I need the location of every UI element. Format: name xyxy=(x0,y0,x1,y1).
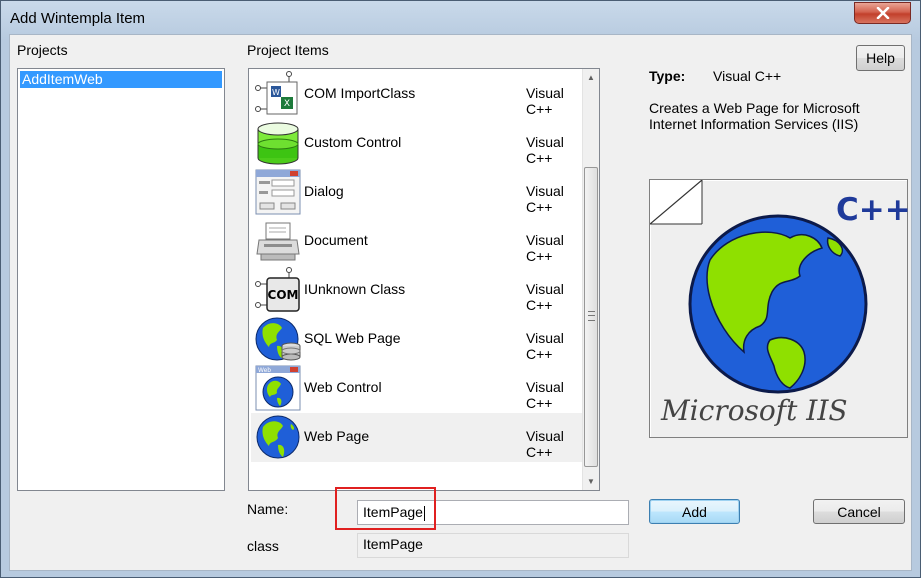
list-item-com-importclass[interactable]: W X COM ImportClass Visual C++ xyxy=(251,70,583,119)
svg-text:X: X xyxy=(284,99,290,109)
scroll-up-arrow-icon[interactable]: ▲ xyxy=(583,69,599,86)
list-item-iunknown-class[interactable]: COM IUnknown Class Visual C++ xyxy=(251,266,583,315)
item-type: Visual C++ xyxy=(526,232,564,264)
project-items-list[interactable]: W X COM ImportClass Visual C++ Custom Co… xyxy=(248,68,600,491)
item-name: Dialog xyxy=(304,183,344,199)
item-type: Visual C++ xyxy=(526,428,564,460)
scroll-thumb[interactable] xyxy=(584,167,598,467)
class-label: class xyxy=(247,538,279,554)
title-bar[interactable]: Add Wintempla Item xyxy=(1,1,920,34)
web-control-icon: Web xyxy=(255,365,301,411)
item-type: Visual C++ xyxy=(526,183,564,215)
class-field-value: ItemPage xyxy=(363,536,423,552)
cancel-button[interactable]: Cancel xyxy=(813,499,905,524)
project-item-additemweb[interactable]: AddItemWeb xyxy=(20,71,222,88)
item-name: SQL Web Page xyxy=(304,330,401,346)
item-name: Document xyxy=(304,232,368,248)
close-button[interactable] xyxy=(854,2,911,24)
custom-control-icon xyxy=(257,122,299,165)
item-name: IUnknown Class xyxy=(304,281,406,297)
list-item-custom-control[interactable]: Custom Control Visual C++ xyxy=(251,119,583,168)
vertical-scrollbar[interactable]: ▲ ▼ xyxy=(582,69,599,490)
list-item-dialog[interactable]: Dialog Visual C++ xyxy=(251,168,583,217)
item-name: COM ImportClass xyxy=(304,85,416,101)
list-item-web-control[interactable]: Web Web Control Visual C++ xyxy=(251,364,583,413)
item-type: Visual C++ xyxy=(526,85,564,117)
item-type: Visual C++ xyxy=(526,134,564,166)
dialog-icon xyxy=(255,169,301,215)
item-name: Web Page xyxy=(304,428,370,444)
item-type: Visual C++ xyxy=(526,330,564,362)
web-page-icon xyxy=(256,415,300,459)
svg-text:Web: Web xyxy=(258,367,271,374)
dialog-body: Projects Project Items AddItemWeb W X CO… xyxy=(9,34,912,571)
description-line-2: Internet Information Services (IIS) xyxy=(649,116,859,132)
preview-language: C++ xyxy=(836,192,911,228)
add-button[interactable]: Add xyxy=(649,499,740,524)
sql-web-page-icon xyxy=(255,317,301,361)
preview-image: C++ Microsoft IIS xyxy=(649,179,911,438)
type-value: Visual C++ xyxy=(713,68,782,84)
item-type: Visual C++ xyxy=(526,281,564,313)
highlight-box xyxy=(335,487,436,530)
list-item-document[interactable]: Document Visual C++ xyxy=(251,217,583,266)
item-name: Custom Control xyxy=(304,134,402,150)
description-line-1: Creates a Web Page for Microsoft xyxy=(649,100,860,116)
dialog-window: Add Wintempla Item Projects Project Item… xyxy=(0,0,921,578)
grip-icon xyxy=(588,311,595,321)
name-label: Name: xyxy=(247,501,289,517)
scroll-down-arrow-icon[interactable]: ▼ xyxy=(583,473,599,490)
help-button[interactable]: Help xyxy=(856,45,905,71)
type-label: Type: xyxy=(649,68,686,84)
project-items-label: Project Items xyxy=(247,42,329,58)
list-item-sql-web-page[interactable]: SQL Web Page Visual C++ xyxy=(251,315,583,364)
close-icon xyxy=(876,7,889,19)
svg-text:COM: COM xyxy=(268,288,299,302)
projects-list[interactable]: AddItemWeb xyxy=(17,68,225,491)
document-icon xyxy=(256,222,300,261)
item-name: Web Control xyxy=(304,379,382,395)
com-import-class-icon: W X xyxy=(255,71,298,115)
preview-caption: Microsoft IIS xyxy=(661,394,848,427)
iunknown-class-icon: COM xyxy=(255,267,300,312)
window-title: Add Wintempla Item xyxy=(10,10,146,27)
item-type: Visual C++ xyxy=(526,379,564,411)
class-field: ItemPage xyxy=(357,533,629,558)
globe-icon xyxy=(688,214,868,394)
list-item-web-page[interactable]: Web Page Visual C++ xyxy=(251,413,583,462)
projects-label: Projects xyxy=(17,42,68,58)
svg-text:W: W xyxy=(272,88,280,97)
